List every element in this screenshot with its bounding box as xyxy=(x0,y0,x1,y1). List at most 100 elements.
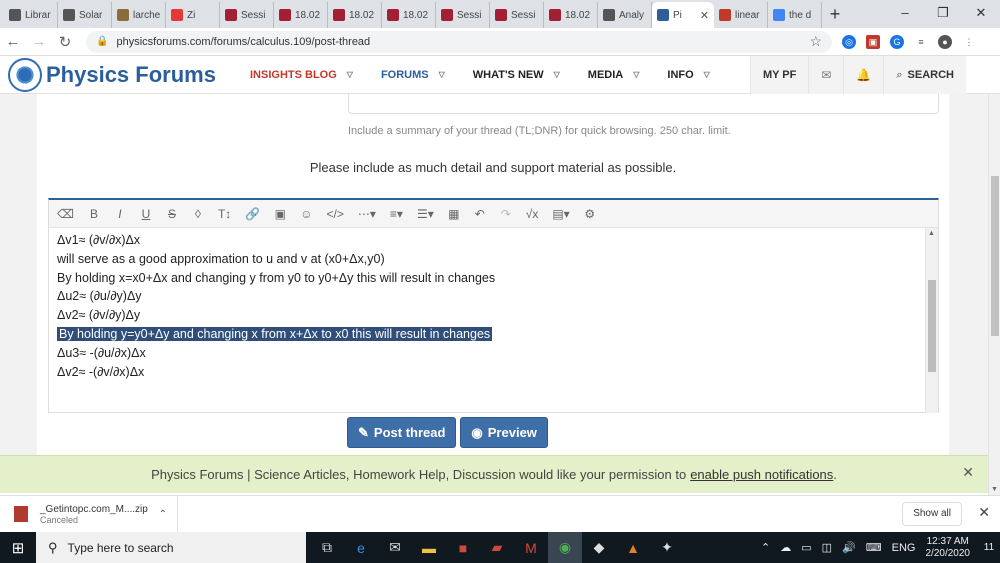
extension-icon[interactable]: ▣ xyxy=(866,34,880,49)
reload-icon[interactable]: ↻ xyxy=(52,33,78,51)
list-icon[interactable]: ☰▾ xyxy=(417,207,434,221)
link-icon[interactable]: 🔗 xyxy=(245,207,260,221)
browser-tab[interactable]: linear xyxy=(714,2,768,28)
file-explorer-icon[interactable]: ▬ xyxy=(412,532,446,563)
forward-icon[interactable]: → xyxy=(26,33,52,50)
more-options-icon[interactable]: ⋯▾ xyxy=(358,207,376,221)
mail-icon[interactable]: ✉ xyxy=(378,532,412,563)
close-banner-icon[interactable]: ✕ xyxy=(962,464,974,481)
nav-item[interactable]: INSIGHTS BLOG ▽ xyxy=(250,69,353,81)
browser-tab[interactable]: Librar xyxy=(4,2,58,28)
code-icon[interactable]: </> xyxy=(327,207,344,221)
editor-scrollbar[interactable]: ▲ xyxy=(925,228,938,413)
matlab-icon[interactable]: ▲ xyxy=(616,532,650,563)
bold-icon[interactable]: B xyxy=(88,207,100,221)
network-icon[interactable]: ◫ xyxy=(822,541,832,554)
browser-tab[interactable]: 18.02 xyxy=(328,2,382,28)
tab-close-icon[interactable]: ✕ xyxy=(700,9,709,22)
browser-tab[interactable]: Sessi xyxy=(436,2,490,28)
download-item[interactable]: _Getintopc.com_M....zip Canceled ⌃ xyxy=(0,495,178,533)
font-size-icon[interactable]: T↕ xyxy=(218,207,231,221)
editor-content[interactable]: Δv1≈ (∂v/∂x)Δx will serve as a good appro… xyxy=(49,228,926,413)
nav-item[interactable]: FORUMS ▽ xyxy=(381,69,445,81)
windows-start-icon[interactable]: ⊞ xyxy=(0,532,36,563)
acrobat-icon[interactable]: ▰ xyxy=(480,532,514,563)
browser-tab[interactable]: Zi xyxy=(166,2,220,28)
grammarly-icon[interactable]: G xyxy=(890,34,904,49)
chevron-down-icon[interactable]: ▽ xyxy=(704,70,710,79)
new-tab-button[interactable]: + xyxy=(822,2,848,28)
page-scrollbar[interactable]: ▼ xyxy=(988,94,1000,495)
action-center-icon[interactable]: 11 xyxy=(978,532,1000,563)
restore-icon[interactable]: ❐ xyxy=(924,0,962,26)
profile-icon[interactable]: ● xyxy=(938,34,952,49)
search-button[interactable]: ⌕ SEARCH xyxy=(883,56,966,94)
underline-icon[interactable]: U xyxy=(140,207,152,221)
task-view-icon[interactable]: ⧉ xyxy=(310,532,344,563)
chevron-down-icon[interactable]: ▽ xyxy=(347,70,353,79)
volume-icon[interactable]: 🔊 xyxy=(842,541,856,554)
drafts-icon[interactable]: ▤▾ xyxy=(552,207,569,221)
table-icon[interactable]: ▦ xyxy=(448,207,460,221)
image-icon[interactable]: ▣ xyxy=(274,207,286,221)
enable-notifications-link[interactable]: enable push notifications xyxy=(690,467,833,482)
browser-tab[interactable]: 18.02 xyxy=(274,2,328,28)
address-bar[interactable]: 🔒 physicsforums.com/forums/calculus.109/… xyxy=(86,30,832,53)
alerts-bell-icon[interactable]: 🔔 xyxy=(843,56,883,94)
strikethrough-icon[interactable]: S xyxy=(166,207,178,221)
chevron-down-icon[interactable]: ▽ xyxy=(554,70,560,79)
italic-icon[interactable]: I xyxy=(114,207,126,221)
browser-tab[interactable]: 18.02 xyxy=(382,2,436,28)
nav-item[interactable]: WHAT'S NEW ▽ xyxy=(473,69,560,81)
cloud-icon[interactable]: ☁ xyxy=(780,541,791,554)
chevron-down-icon[interactable]: ▽ xyxy=(633,70,639,79)
chevron-up-icon[interactable]: ⌃ xyxy=(159,509,167,520)
align-icon[interactable]: ≡▾ xyxy=(390,207,403,221)
preview-button[interactable]: ◉ Preview xyxy=(460,417,548,448)
browser-tab[interactable]: Pi ✕ xyxy=(652,2,714,28)
extension-icon[interactable]: ◎ xyxy=(842,34,856,49)
media-icon[interactable]: ≡ xyxy=(914,35,928,49)
editor-scroll-thumb[interactable] xyxy=(928,280,936,372)
app-icon[interactable]: ◆ xyxy=(582,532,616,563)
nav-item[interactable]: INFO ▽ xyxy=(667,69,709,81)
site-logo[interactable]: Physics Forums xyxy=(8,57,234,92)
tray-chevron-icon[interactable]: ⌃ xyxy=(761,541,770,554)
mcafee-icon[interactable]: M xyxy=(514,532,548,563)
menu-icon[interactable]: ⋮ xyxy=(962,35,976,49)
app-icon[interactable]: ✦ xyxy=(650,532,684,563)
my-pf-button[interactable]: MY PF xyxy=(749,56,808,94)
browser-tab[interactable]: 18.02 xyxy=(544,2,598,28)
browser-tab[interactable]: larche xyxy=(112,2,166,28)
page-scroll-thumb[interactable] xyxy=(991,176,999,336)
battery-icon[interactable]: ▭ xyxy=(801,541,811,554)
post-thread-button[interactable]: ✎ Post thread xyxy=(347,417,457,448)
scroll-down-icon[interactable]: ▼ xyxy=(991,486,998,493)
inbox-icon[interactable]: ✉ xyxy=(808,56,843,94)
remove-format-icon[interactable]: ⌫ xyxy=(57,207,74,221)
text-color-icon[interactable]: ◊ xyxy=(192,207,204,221)
chevron-down-icon[interactable]: ▽ xyxy=(439,70,445,79)
redo-icon[interactable]: ↷ xyxy=(500,207,512,221)
latex-icon[interactable]: √x xyxy=(526,207,539,221)
browser-tab[interactable]: Analy xyxy=(598,2,652,28)
close-window-icon[interactable]: ✕ xyxy=(962,0,1000,26)
clock[interactable]: 12:37 AM 2/20/2020 xyxy=(926,536,971,560)
smilies-icon[interactable]: ☺ xyxy=(300,207,312,221)
taskbar-search[interactable]: ⚲ Type here to search xyxy=(36,532,306,563)
browser-tab[interactable]: the d xyxy=(768,2,822,28)
keyboard-icon[interactable]: ⌨ xyxy=(866,541,882,554)
minimize-icon[interactable]: – xyxy=(886,0,924,26)
close-downloads-icon[interactable]: ✕ xyxy=(978,504,990,521)
browser-tab[interactable]: Solar xyxy=(58,2,112,28)
show-all-button[interactable]: Show all xyxy=(902,502,962,526)
thread-summary-input[interactable] xyxy=(348,94,939,114)
edge-icon[interactable]: e xyxy=(344,532,378,563)
nav-item[interactable]: MEDIA ▽ xyxy=(588,69,640,81)
language-indicator[interactable]: ENG xyxy=(892,542,916,554)
app-icon[interactable]: ■ xyxy=(446,532,480,563)
bookmark-star-icon[interactable]: ☆ xyxy=(809,33,822,50)
scroll-up-icon[interactable]: ▲ xyxy=(928,230,935,237)
back-icon[interactable]: ← xyxy=(0,33,26,50)
undo-icon[interactable]: ↶ xyxy=(474,207,486,221)
